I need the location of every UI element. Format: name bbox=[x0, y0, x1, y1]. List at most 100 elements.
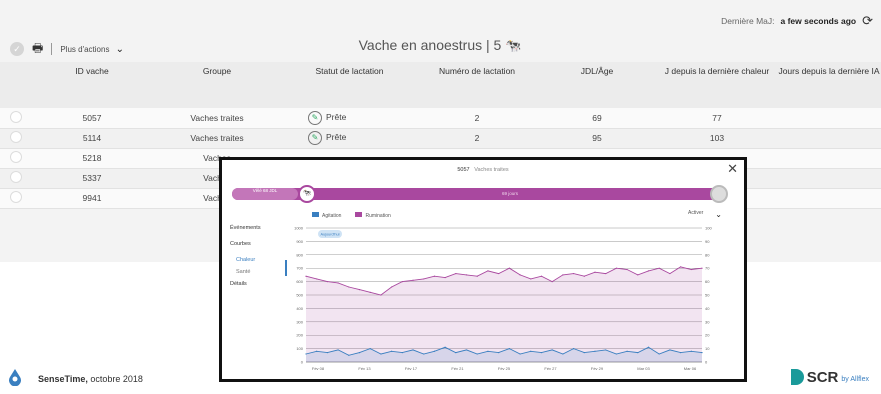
data-point bbox=[326, 352, 329, 354]
cell-group: Vaches traites bbox=[152, 108, 282, 129]
cow-chart-popup: ✕ 5057 Vaches traites Vêlé 68 JDL 🐄 69 j… bbox=[219, 157, 747, 382]
row-radio[interactable] bbox=[10, 110, 22, 123]
row-select[interactable] bbox=[0, 108, 32, 129]
y2-tick-label: 30 bbox=[705, 319, 710, 324]
row-select[interactable] bbox=[0, 128, 32, 149]
cell-jdl: 69 bbox=[537, 108, 657, 129]
data-point bbox=[433, 350, 436, 352]
table-header-row: ID vache Groupe Statut de lactation Numé… bbox=[0, 62, 881, 108]
cell-status: ✎ Prête bbox=[282, 108, 417, 129]
cell-last-heat: 77 bbox=[657, 108, 777, 129]
timeline-end-handle[interactable] bbox=[710, 185, 728, 203]
legend-label: Rumination bbox=[365, 213, 391, 219]
refresh-icon[interactable]: ⟳ bbox=[862, 14, 873, 27]
timeline-label: 69 jours bbox=[502, 191, 519, 196]
chevron-down-icon: ⌄ bbox=[715, 210, 722, 219]
data-point bbox=[401, 281, 403, 283]
row-radio[interactable] bbox=[10, 151, 22, 163]
status-text: Prête bbox=[326, 132, 347, 142]
column-header[interactable]: ID vache bbox=[32, 62, 152, 108]
page-title: Vache en anoestrus | 5 🐄 bbox=[330, 37, 550, 54]
toolbar-divider bbox=[51, 43, 53, 55]
data-point bbox=[337, 282, 339, 284]
column-header[interactable]: JDL/Âge bbox=[537, 62, 657, 108]
select-all-checkbox[interactable]: ✓ bbox=[10, 42, 24, 56]
footer-brand-name: SenseTime, bbox=[38, 374, 88, 384]
data-point bbox=[605, 272, 607, 275]
print-icon[interactable]: 🖶 bbox=[32, 39, 43, 60]
data-point bbox=[637, 352, 639, 354]
scr-logo-icon bbox=[790, 369, 804, 385]
legend-swatch-rumination bbox=[355, 212, 363, 217]
column-header[interactable]: Jours depuis la dernière IA bbox=[777, 62, 881, 108]
data-point bbox=[433, 275, 436, 277]
data-point bbox=[551, 349, 553, 351]
row-radio[interactable] bbox=[10, 171, 22, 183]
data-point bbox=[348, 354, 350, 356]
sidebar-item-heat[interactable]: Chaleur bbox=[230, 257, 290, 263]
calving-marker-icon[interactable]: 🐄 bbox=[298, 185, 316, 203]
cell-jdl: 95 bbox=[537, 128, 657, 149]
column-header[interactable]: Groupe bbox=[152, 62, 282, 108]
row-select[interactable] bbox=[0, 148, 32, 169]
sidebar-item-curves[interactable]: Courbes bbox=[230, 241, 290, 247]
legend-swatch-agitation bbox=[312, 212, 319, 217]
data-point bbox=[305, 275, 307, 277]
row-radio[interactable] bbox=[10, 131, 22, 143]
cell-id: 5337 bbox=[32, 168, 152, 189]
row-select[interactable] bbox=[0, 168, 32, 189]
cell-status: ✎ Prête bbox=[282, 128, 417, 149]
data-point bbox=[519, 274, 521, 276]
column-header[interactable]: Numéro de lactation bbox=[417, 62, 537, 108]
data-point bbox=[380, 353, 382, 355]
cell-id: 5114 bbox=[32, 128, 152, 149]
table-row[interactable]: 5114 Vaches traites ✎ Prête 2 95 103 bbox=[0, 128, 881, 149]
row-select[interactable] bbox=[0, 188, 32, 209]
data-point bbox=[658, 267, 660, 269]
table-row[interactable]: 5057 Vaches traites ✎ Prête 2 69 77 bbox=[0, 108, 881, 129]
data-point bbox=[444, 346, 446, 348]
data-point bbox=[701, 352, 703, 354]
scr-logo-sub: by Allflex bbox=[841, 376, 869, 383]
scr-logo: SCR by Allflex bbox=[790, 368, 869, 386]
y2-tick-label: 90 bbox=[705, 239, 710, 244]
sidebar-item-health[interactable]: Santé bbox=[230, 269, 290, 275]
row-radio[interactable] bbox=[10, 191, 22, 203]
footer-date: octobre 2018 bbox=[90, 374, 143, 384]
series-area bbox=[306, 266, 702, 362]
cell-last-ia bbox=[777, 128, 881, 149]
data-point bbox=[498, 272, 500, 275]
data-point bbox=[487, 270, 489, 272]
popup-sidebar: Événements Courbes Chaleur Santé Détails bbox=[230, 225, 290, 297]
sidebar-active-indicator bbox=[285, 260, 287, 276]
data-point bbox=[594, 350, 596, 352]
data-point bbox=[444, 276, 446, 279]
data-point bbox=[358, 289, 361, 291]
popup-cow-id: 5057 bbox=[457, 167, 470, 173]
last-update-value: a few seconds ago bbox=[780, 15, 857, 26]
more-actions-dropdown[interactable]: Plus d'actions ⌄ bbox=[60, 44, 124, 55]
cell-group: Vaches traites bbox=[152, 128, 282, 149]
data-point bbox=[562, 353, 564, 355]
data-point bbox=[358, 352, 361, 354]
chart-select[interactable]: Activer ⌄ bbox=[688, 210, 722, 219]
sidebar-item-details[interactable]: Détails bbox=[230, 281, 290, 287]
timeline-start: Vêlé 68 JDL bbox=[232, 188, 298, 200]
cell-lactation: 2 bbox=[417, 108, 537, 129]
cell-id: 5057 bbox=[32, 108, 152, 129]
y2-tick-label: 100 bbox=[705, 226, 712, 231]
legend-item[interactable]: Agitation bbox=[312, 212, 341, 219]
sidebar-item-events[interactable]: Événements bbox=[230, 225, 290, 231]
legend-item[interactable]: Rumination bbox=[355, 212, 391, 219]
data-point bbox=[669, 349, 671, 351]
data-point bbox=[679, 352, 682, 354]
data-point bbox=[540, 352, 543, 354]
data-point bbox=[380, 294, 382, 296]
column-header[interactable]: J depuis la dernière chaleur bbox=[657, 62, 777, 108]
data-point bbox=[690, 268, 692, 271]
data-point bbox=[594, 271, 596, 273]
data-point bbox=[337, 349, 339, 351]
data-point bbox=[679, 266, 682, 268]
column-header[interactable]: Statut de lactation bbox=[282, 62, 417, 108]
data-point bbox=[605, 349, 607, 351]
